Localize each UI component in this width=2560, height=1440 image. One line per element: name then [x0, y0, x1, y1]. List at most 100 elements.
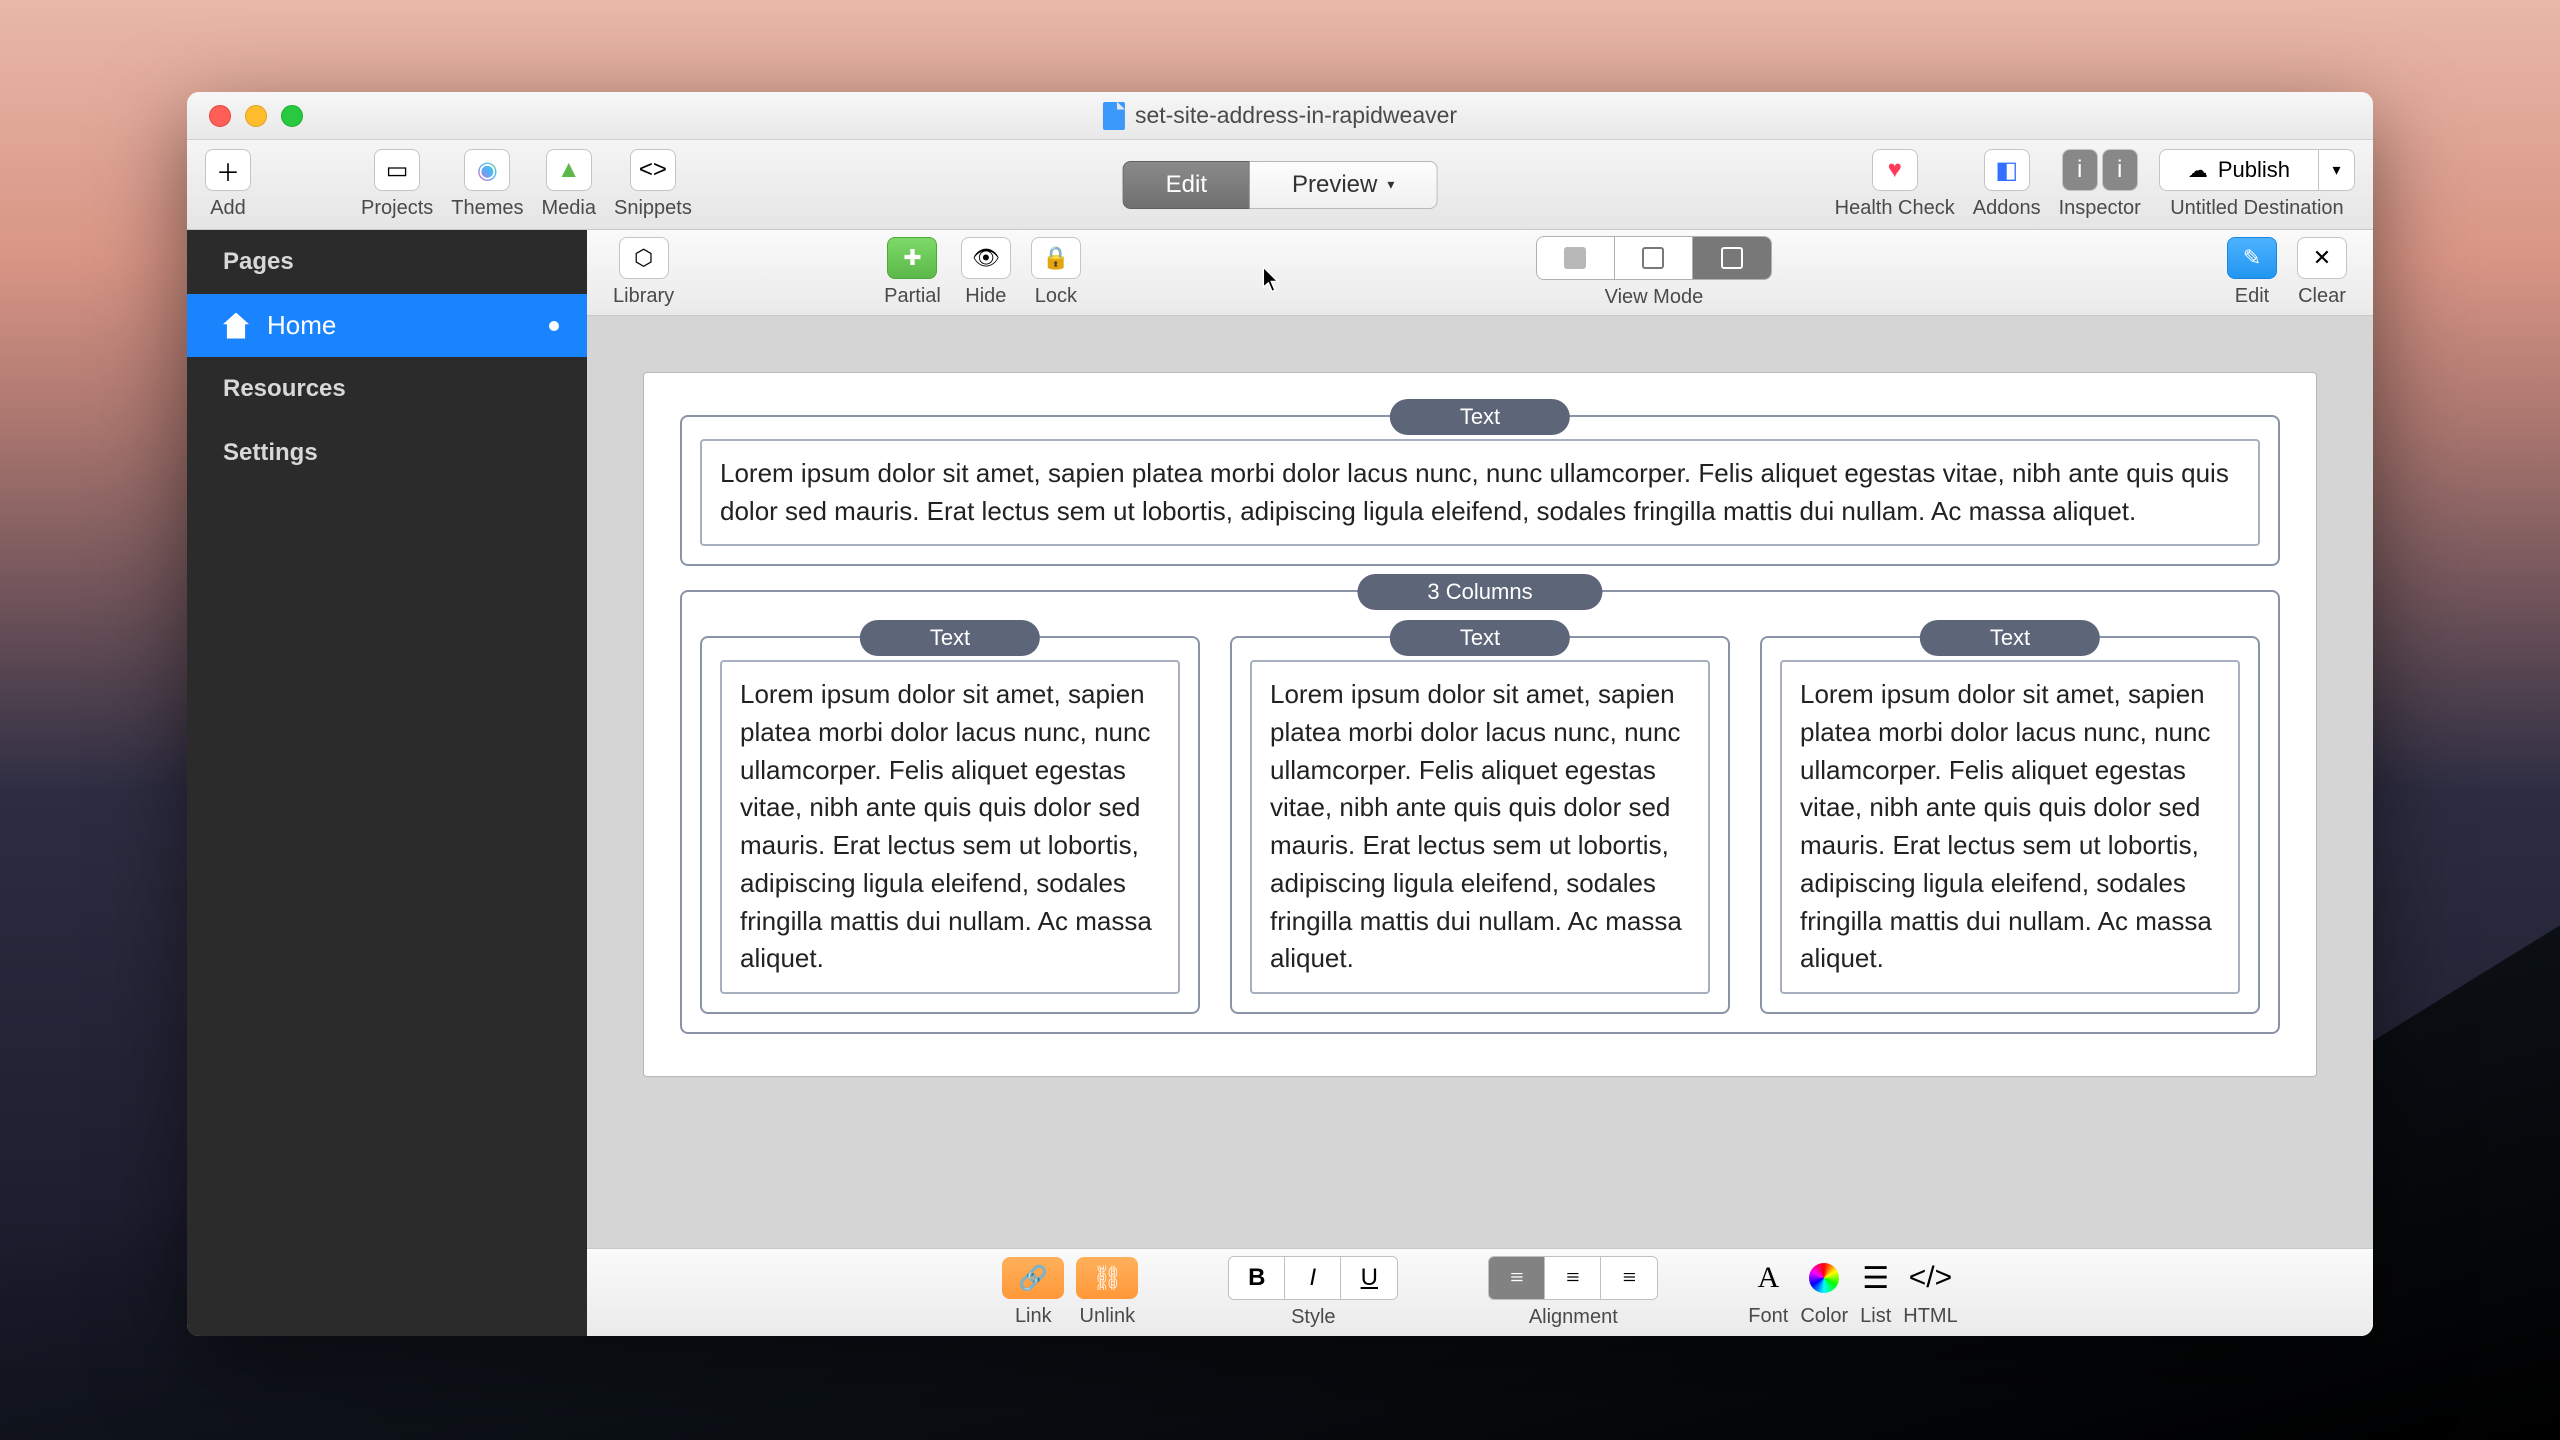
canvas[interactable]: Text Lorem ipsum dolor sit amet, sapien …: [587, 316, 2373, 1248]
add-button[interactable]: ＋ Add: [205, 149, 251, 220]
sidebar-settings[interactable]: Settings: [187, 421, 587, 485]
x-icon: ✕: [2297, 237, 2347, 279]
style-group: B I U Style: [1228, 1256, 1398, 1329]
lock-icon: 🔒: [1031, 237, 1081, 279]
add-label: Add: [210, 197, 246, 220]
pencil-icon: ✎: [2227, 237, 2277, 279]
html-button[interactable]: </>HTML: [1903, 1257, 1957, 1328]
unlink-icon: ⛓: [1076, 1257, 1138, 1299]
plus-icon: ＋: [205, 149, 251, 191]
health-label: Health Check: [1835, 197, 1955, 220]
unlink-button[interactable]: ⛓ Unlink: [1076, 1257, 1138, 1328]
info2-icon: i: [2102, 149, 2138, 191]
link-icon: 🔗: [1002, 1257, 1064, 1299]
destination-label: Untitled Destination: [2170, 197, 2343, 220]
view-mode-2[interactable]: [1615, 237, 1693, 279]
hide-button[interactable]: 👁 Hide: [961, 237, 1011, 308]
themes-button[interactable]: ◉ Themes: [451, 149, 523, 220]
traffic-lights: [187, 105, 303, 127]
document-icon: [1103, 102, 1125, 130]
col3-text[interactable]: Lorem ipsum dolor sit amet, sapien plate…: [1780, 660, 2240, 994]
projects-button[interactable]: ▭ Projects: [361, 149, 433, 220]
list-button[interactable]: ☰List: [1860, 1257, 1891, 1328]
sidebar-item-home[interactable]: Home: [187, 294, 587, 357]
color-button[interactable]: Color: [1800, 1257, 1848, 1328]
bold-button[interactable]: B: [1229, 1257, 1285, 1299]
cube-icon: ⬡: [619, 237, 669, 279]
edit-button[interactable]: ✎ Edit: [2227, 237, 2277, 308]
home-icon: [223, 313, 249, 339]
color-wheel-icon: [1809, 1257, 1839, 1299]
inspector-label: Inspector: [2059, 197, 2141, 220]
text-content[interactable]: Lorem ipsum dolor sit amet, sapien plate…: [700, 439, 2260, 546]
align-left-button[interactable]: ≡: [1489, 1257, 1545, 1299]
addons-button[interactable]: ◧ Addons: [1973, 149, 2041, 220]
app-window: set-site-address-in-rapidweaver ＋ Add ▭ …: [187, 92, 2373, 1336]
page-body: Text Lorem ipsum dolor sit amet, sapien …: [643, 372, 2317, 1077]
view-mode-1[interactable]: [1537, 237, 1615, 279]
snippets-label: Snippets: [614, 197, 692, 220]
alignment-group: ≡ ≡ ≡ Alignment: [1488, 1256, 1658, 1329]
sidebar-resources[interactable]: Resources: [187, 357, 587, 421]
projects-label: Projects: [361, 197, 433, 220]
snippets-button[interactable]: <> Snippets: [614, 149, 692, 220]
mode-segment: Edit Preview▾: [1123, 161, 1438, 209]
publish-dropdown[interactable]: ▾: [2319, 149, 2355, 191]
clear-button[interactable]: ✕ Clear: [2297, 237, 2347, 308]
align-center-button[interactable]: ≡: [1545, 1257, 1601, 1299]
text-block[interactable]: Text Lorem ipsum dolor sit amet, sapien …: [680, 415, 2280, 566]
col3-text-block[interactable]: TextLorem ipsum dolor sit amet, sapien p…: [1760, 636, 2260, 1014]
code-icon: </>: [1909, 1257, 1952, 1299]
minimize-window-button[interactable]: [245, 105, 267, 127]
main-area: ⬡ Library ✚ Partial 👁 Hide 🔒 Lock: [587, 230, 2373, 1336]
chevron-down-icon: ▾: [1387, 176, 1394, 193]
maximize-window-button[interactable]: [281, 105, 303, 127]
publish-group: ☁Publish ▾ Untitled Destination: [2159, 149, 2355, 220]
media-icon: ▲: [546, 149, 592, 191]
close-window-button[interactable]: [209, 105, 231, 127]
col1-text[interactable]: Lorem ipsum dolor sit amet, sapien plate…: [720, 660, 1180, 994]
window-title: set-site-address-in-rapidweaver: [1103, 102, 1457, 130]
sidebar-home-label: Home: [267, 310, 336, 341]
list-icon: ☰: [1862, 1257, 1889, 1299]
align-right-button[interactable]: ≡: [1601, 1257, 1657, 1299]
view-mode-group: View Mode: [1536, 236, 1772, 309]
library-button[interactable]: ⬡ Library: [613, 237, 674, 308]
text-block-label: Text: [1390, 399, 1570, 435]
inspector-button[interactable]: i i Inspector: [2059, 149, 2141, 220]
window-title-text: set-site-address-in-rapidweaver: [1135, 102, 1457, 129]
lock-button[interactable]: 🔒 Lock: [1031, 237, 1081, 308]
columns-block[interactable]: 3 Columns TextLorem ipsum dolor sit amet…: [680, 590, 2280, 1034]
publish-button[interactable]: ☁Publish: [2159, 149, 2319, 191]
projects-icon: ▭: [374, 149, 420, 191]
preview-mode-button[interactable]: Preview▾: [1250, 161, 1437, 209]
col2-text-block[interactable]: TextLorem ipsum dolor sit amet, sapien p…: [1230, 636, 1730, 1014]
edit-mode-button[interactable]: Edit: [1123, 161, 1250, 209]
eye-icon: 👁: [961, 237, 1011, 279]
bottom-toolbar: 🔗 Link ⛓ Unlink B I U Style: [587, 1248, 2373, 1336]
col2-text[interactable]: Lorem ipsum dolor sit amet, sapien plate…: [1250, 660, 1710, 994]
puzzle-icon: ◧: [1984, 149, 2030, 191]
heart-icon: ♥: [1872, 149, 1918, 191]
italic-button[interactable]: I: [1285, 1257, 1341, 1299]
sub-toolbar: ⬡ Library ✚ Partial 👁 Hide 🔒 Lock: [587, 230, 2373, 316]
sidebar: Pages Home Resources Settings: [187, 230, 587, 1336]
underline-button[interactable]: U: [1341, 1257, 1397, 1299]
col1-text-block[interactable]: TextLorem ipsum dolor sit amet, sapien p…: [700, 636, 1200, 1014]
partial-icon: ✚: [887, 237, 937, 279]
snippets-icon: <>: [630, 149, 676, 191]
view-mode-3[interactable]: [1693, 237, 1771, 279]
font-icon: A: [1757, 1257, 1779, 1299]
partial-button[interactable]: ✚ Partial: [884, 237, 941, 308]
health-check-button[interactable]: ♥ Health Check: [1835, 149, 1955, 220]
cloud-icon: ☁: [2188, 158, 2208, 183]
media-button[interactable]: ▲ Media: [542, 149, 596, 220]
info-icon: i: [2062, 149, 2098, 191]
main-toolbar: ＋ Add ▭ Projects ◉ Themes ▲ Media <> Sni…: [187, 140, 2373, 230]
titlebar: set-site-address-in-rapidweaver: [187, 92, 2373, 140]
columns-block-label: 3 Columns: [1357, 574, 1602, 610]
themes-label: Themes: [451, 197, 523, 220]
link-button[interactable]: 🔗 Link: [1002, 1257, 1064, 1328]
sidebar-pages[interactable]: Pages: [187, 230, 587, 294]
font-button[interactable]: AFont: [1748, 1257, 1788, 1328]
